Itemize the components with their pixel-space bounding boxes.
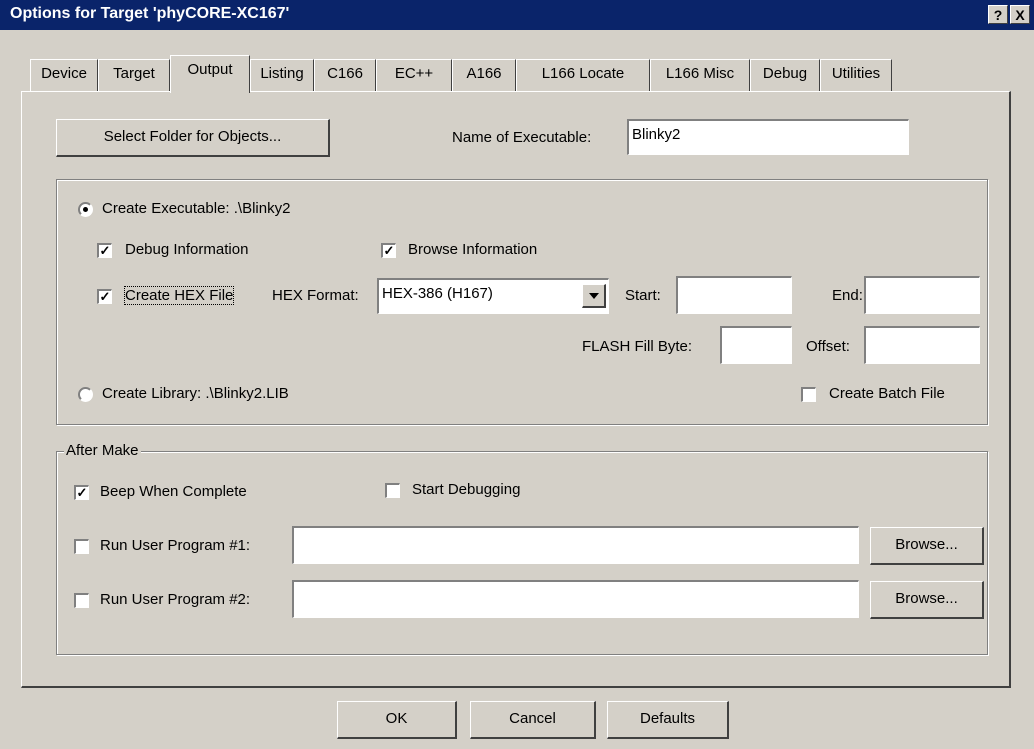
ok-button[interactable]: OK bbox=[337, 701, 457, 739]
select-folder-button[interactable]: Select Folder for Objects... bbox=[56, 119, 330, 157]
tab-l166-locate[interactable]: L166 Locate bbox=[516, 59, 650, 91]
start-label: Start: bbox=[625, 287, 661, 304]
hex-format-select[interactable]: HEX-386 (H167) bbox=[377, 278, 609, 314]
create-executable-radio[interactable] bbox=[78, 202, 93, 217]
start-debugging-label: Start Debugging bbox=[412, 481, 521, 498]
run-user-program-2-checkbox[interactable] bbox=[74, 593, 89, 608]
chevron-down-icon[interactable] bbox=[582, 284, 606, 308]
end-label: End: bbox=[832, 287, 863, 304]
tab-output[interactable]: Output bbox=[170, 55, 250, 93]
cancel-button[interactable]: Cancel bbox=[470, 701, 596, 739]
defaults-button[interactable]: Defaults bbox=[607, 701, 729, 739]
offset-input[interactable] bbox=[864, 326, 980, 364]
run-user-program-2-input[interactable] bbox=[292, 580, 859, 618]
create-library-label: Create Library: .\Blinky2.LIB bbox=[102, 385, 289, 402]
debug-information-checkbox[interactable]: ✓ bbox=[97, 243, 112, 258]
start-debugging-checkbox[interactable] bbox=[385, 483, 400, 498]
create-library-radio[interactable] bbox=[78, 387, 93, 402]
create-batch-file-checkbox[interactable] bbox=[801, 387, 816, 402]
tab-target[interactable]: Target bbox=[98, 59, 170, 91]
offset-label: Offset: bbox=[806, 338, 850, 355]
tab-listing[interactable]: Listing bbox=[250, 59, 314, 91]
beep-when-complete-label: Beep When Complete bbox=[100, 483, 247, 500]
close-button[interactable]: X bbox=[1010, 5, 1030, 24]
end-input[interactable] bbox=[864, 276, 980, 314]
tab-ecpp[interactable]: EC++ bbox=[376, 59, 452, 91]
browse-button-2[interactable]: Browse... bbox=[870, 581, 984, 619]
start-input[interactable] bbox=[676, 276, 792, 314]
browse-information-label: Browse Information bbox=[408, 241, 538, 258]
create-hex-file-checkbox[interactable]: ✓ bbox=[97, 289, 112, 304]
hex-format-label: HEX Format: bbox=[272, 287, 359, 304]
run-user-program-1-checkbox[interactable] bbox=[74, 539, 89, 554]
beep-when-complete-checkbox[interactable]: ✓ bbox=[74, 485, 89, 500]
create-batch-file-label: Create Batch File bbox=[829, 385, 945, 402]
window-title: Options for Target 'phyCORE-XC167' bbox=[10, 5, 290, 22]
run-user-program-1-label: Run User Program #1: bbox=[100, 537, 251, 554]
run-user-program-2-label: Run User Program #2: bbox=[100, 591, 251, 608]
browse-information-checkbox[interactable]: ✓ bbox=[381, 243, 396, 258]
debug-information-label: Debug Information bbox=[125, 241, 249, 258]
tab-c166[interactable]: C166 bbox=[314, 59, 376, 91]
tab-device[interactable]: Device bbox=[30, 59, 98, 91]
name-of-executable-label: Name of Executable: bbox=[452, 129, 592, 146]
after-make-label: After Make bbox=[64, 442, 141, 459]
run-user-program-1-input[interactable] bbox=[292, 526, 859, 564]
tab-utilities[interactable]: Utilities bbox=[820, 59, 892, 91]
tab-debug[interactable]: Debug bbox=[750, 59, 820, 91]
browse-button-1[interactable]: Browse... bbox=[870, 527, 984, 565]
flash-fill-byte-label: FLASH Fill Byte: bbox=[582, 338, 693, 355]
create-hex-file-label: Create HEX File bbox=[123, 286, 235, 305]
flash-fill-byte-input[interactable] bbox=[720, 326, 792, 364]
help-button[interactable]: ? bbox=[988, 5, 1008, 24]
create-executable-label: Create Executable: .\Blinky2 bbox=[102, 200, 291, 217]
tab-a166[interactable]: A166 bbox=[452, 59, 516, 91]
name-of-executable-input[interactable]: Blinky2 bbox=[627, 119, 909, 155]
tab-l166-misc[interactable]: L166 Misc bbox=[650, 59, 750, 91]
